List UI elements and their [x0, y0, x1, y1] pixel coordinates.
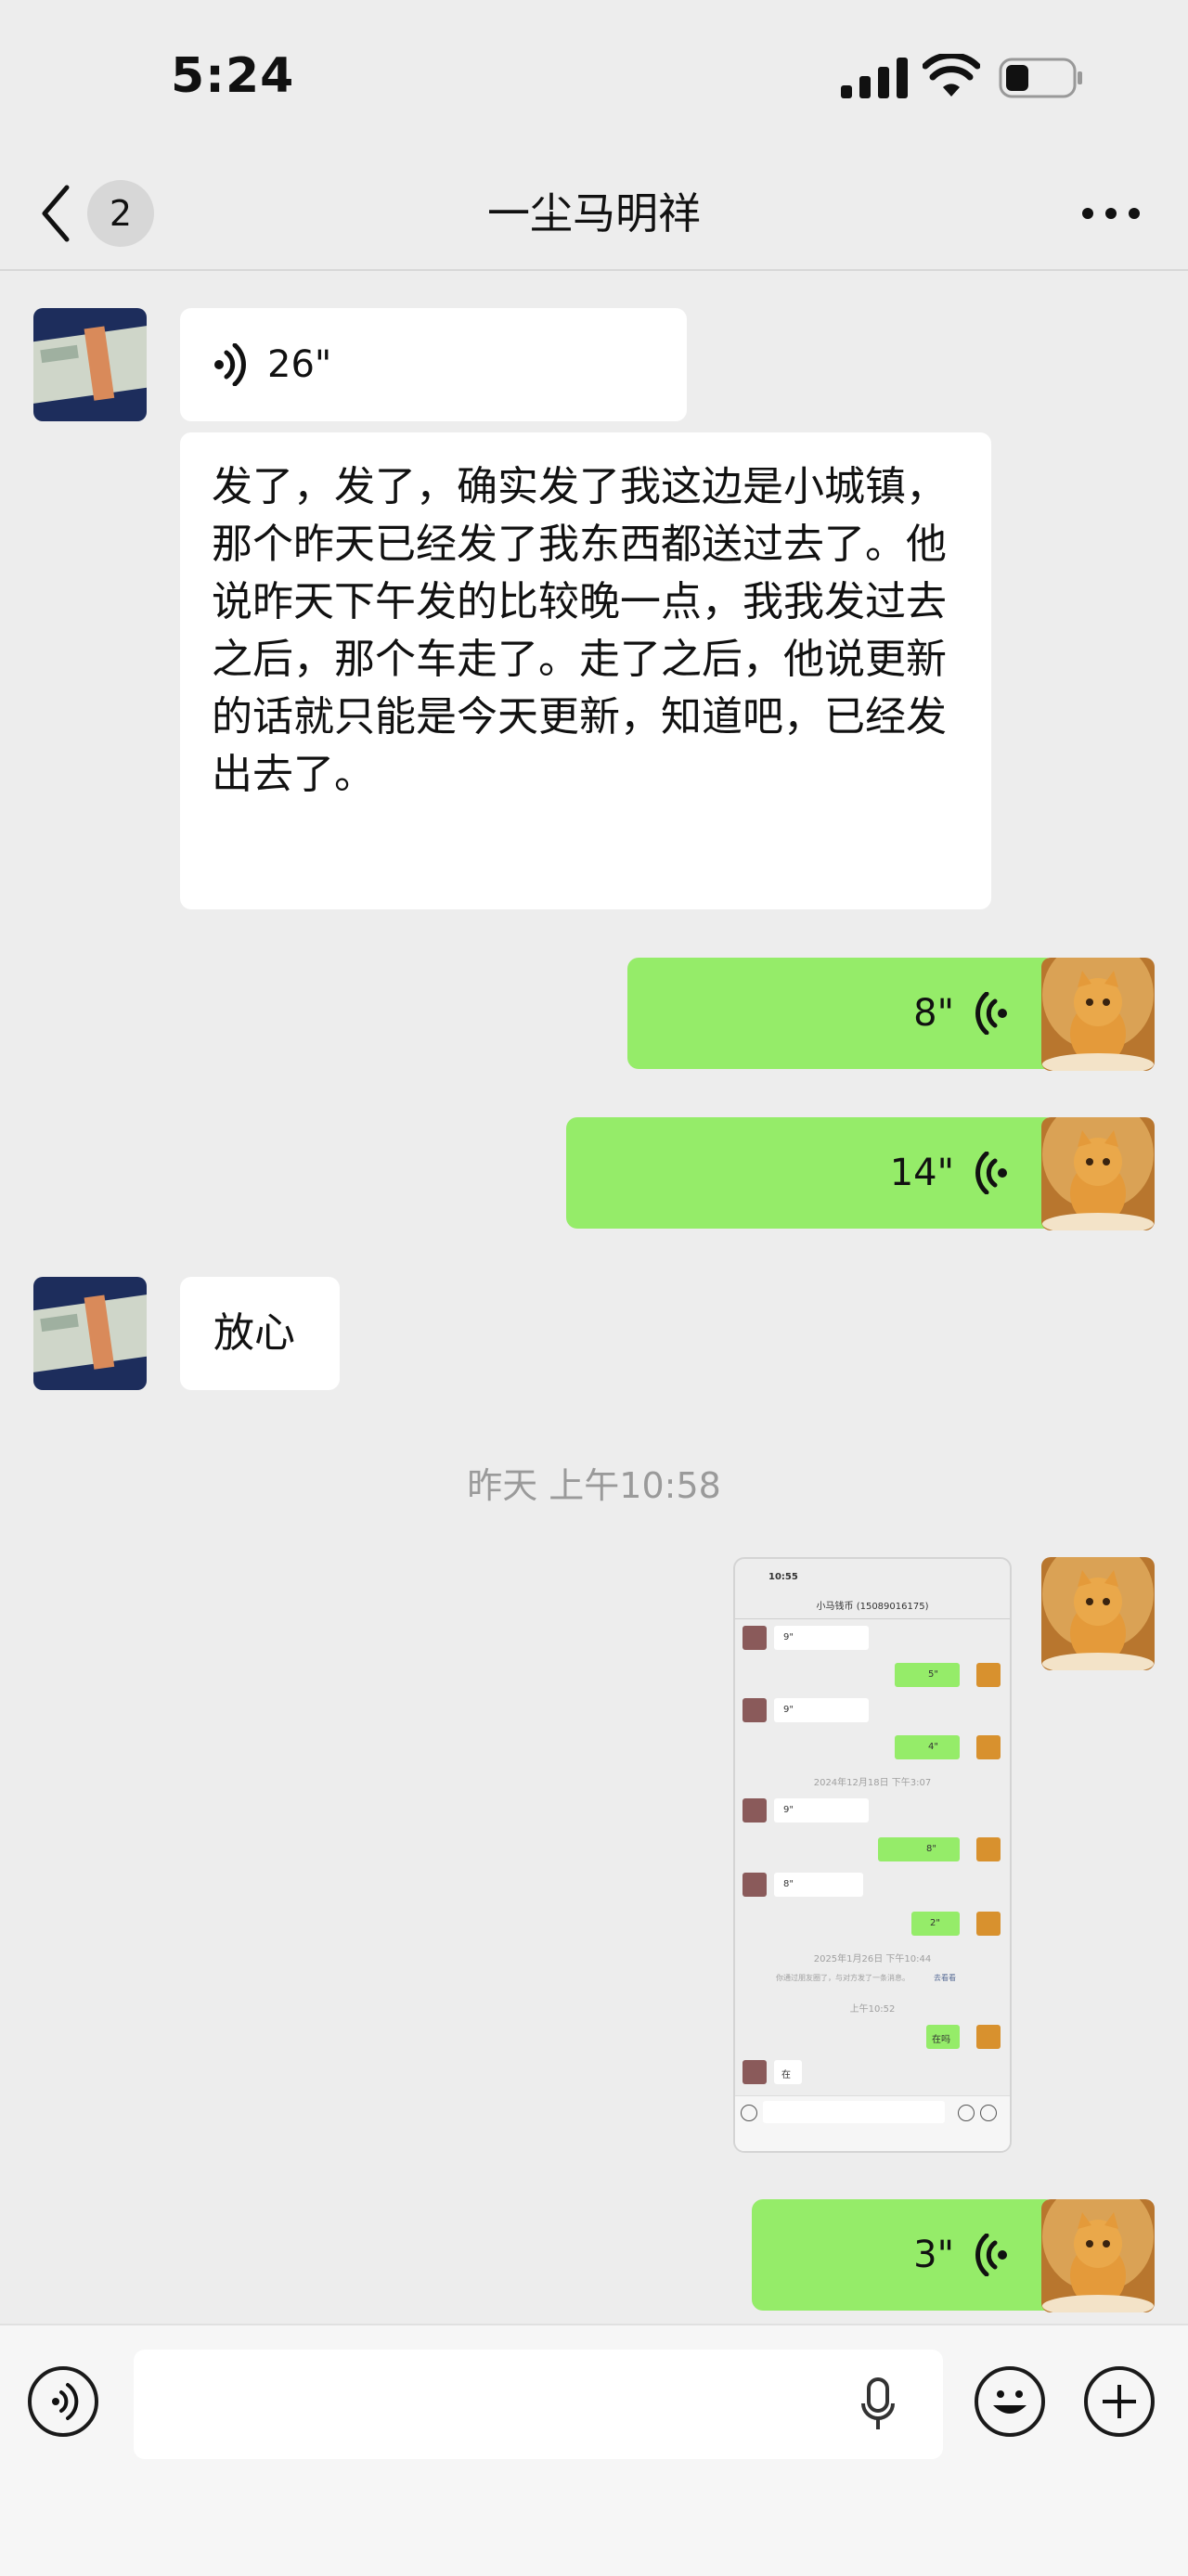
voice-wave-icon — [214, 343, 246, 386]
thumb-avatar — [976, 1837, 1001, 1861]
thumb-avatar — [976, 2025, 1001, 2049]
thumb-bubble: 2" — [911, 1912, 960, 1936]
thumb-avatar — [742, 2060, 767, 2084]
voice-duration: 26" — [267, 343, 332, 386]
thumb-divider — [735, 1618, 1010, 1619]
thumb-voice-icon — [741, 2105, 757, 2121]
voice-wave-icon — [975, 992, 1007, 1035]
message-text: 发了，发了，确实发了我这边是小城镇，那个昨天已经发了我东西都送过去了。他说昨天下… — [212, 463, 947, 798]
voice-duration: 14" — [889, 1152, 954, 1194]
header-divider — [0, 269, 1188, 271]
plus-button[interactable] — [1084, 2366, 1155, 2437]
thumb-input — [763, 2101, 945, 2123]
my-avatar[interactable] — [1041, 2199, 1155, 2312]
voice-message[interactable]: 3" — [752, 2199, 1056, 2311]
signal-icon — [841, 58, 908, 98]
my-avatar[interactable] — [1041, 1117, 1155, 1230]
thumb-avatar — [742, 1626, 767, 1650]
smile-icon — [993, 2390, 1027, 2414]
thumb-avatar — [976, 1912, 1001, 1936]
thumb-timestamp: 2024年12月18日 下午3:07 — [813, 1778, 932, 1788]
back-chevron-icon[interactable] — [37, 180, 74, 247]
thumb-timestamp: 上午10:52 — [849, 2004, 896, 2015]
voice-wave-icon — [52, 2383, 79, 2420]
microphone-icon[interactable] — [859, 2377, 897, 2433]
thumb-bubble: 9" — [774, 1798, 869, 1823]
message-input[interactable] — [134, 2350, 943, 2459]
thumb-avatar — [742, 1873, 767, 1897]
thumb-notice: 你通过朋友圈了，与对方发了一条消息。 — [776, 1974, 910, 1982]
thumb-plus-icon — [980, 2105, 997, 2121]
voice-mode-button[interactable] — [28, 2366, 98, 2437]
input-bar — [0, 2324, 1188, 2576]
voice-message[interactable]: 26" — [180, 308, 687, 421]
thumb-bubble: 在吗 — [926, 2025, 960, 2049]
thumb-emoji-icon — [958, 2105, 975, 2121]
thumb-bubble: 4" — [895, 1735, 960, 1759]
voice-message[interactable]: 8" — [627, 958, 1056, 1069]
thumb-bubble: 5" — [895, 1663, 960, 1687]
voice-duration: 8" — [913, 992, 954, 1035]
status-time: 5:24 — [171, 48, 295, 104]
thumb-title: 小马钱币 (15089016175) — [816, 1602, 929, 1612]
image-message[interactable]: 10:55 小马钱币 (15089016175) 9" 5" 9" 4" 202… — [733, 1557, 1012, 2153]
more-icon[interactable] — [1080, 200, 1142, 226]
thumb-bubble: 9" — [774, 1698, 869, 1722]
timestamp: 昨天 上午10:58 — [467, 1465, 721, 1506]
message-text: 放心 — [213, 1309, 295, 1357]
contact-avatar[interactable] — [33, 1277, 147, 1390]
thumb-avatar — [976, 1663, 1001, 1687]
voice-duration: 3" — [913, 2234, 954, 2276]
unread-badge[interactable]: 2 — [87, 180, 154, 247]
plus-icon — [1103, 2385, 1136, 2418]
thumb-avatar — [742, 1698, 767, 1722]
status-bar: 5:24 — [0, 0, 1188, 158]
voice-wave-icon — [975, 2234, 1007, 2276]
thumb-avatar — [976, 1735, 1001, 1759]
thumb-bubble: 9" — [774, 1626, 869, 1650]
voice-wave-icon — [975, 1152, 1007, 1194]
thumb-avatar — [742, 1798, 767, 1823]
thumb-bubble: 在 — [774, 2060, 802, 2084]
battery-icon — [999, 58, 1082, 98]
thumb-notice-link: 去看看 — [934, 1974, 956, 1982]
thumb-bubble: 8" — [774, 1873, 863, 1897]
chat-header: 2 一尘马明祥 — [0, 158, 1188, 269]
emoji-button[interactable] — [975, 2366, 1045, 2437]
thumb-timestamp: 2025年1月26日 下午10:44 — [813, 1954, 932, 1964]
chat-title: 一尘马明祥 — [487, 188, 701, 238]
text-message[interactable]: 放心 — [180, 1277, 340, 1390]
my-avatar[interactable] — [1041, 958, 1155, 1071]
voice-message[interactable]: 14" — [566, 1117, 1056, 1229]
thumb-time: 10:55 — [768, 1572, 798, 1582]
wifi-icon — [923, 54, 980, 97]
thumb-bubble: 8" — [878, 1837, 960, 1861]
my-avatar[interactable] — [1041, 1557, 1155, 1670]
contact-avatar[interactable] — [33, 308, 147, 421]
text-message[interactable]: 发了，发了，确实发了我这边是小城镇，那个昨天已经发了我东西都送过去了。他说昨天下… — [180, 432, 991, 909]
